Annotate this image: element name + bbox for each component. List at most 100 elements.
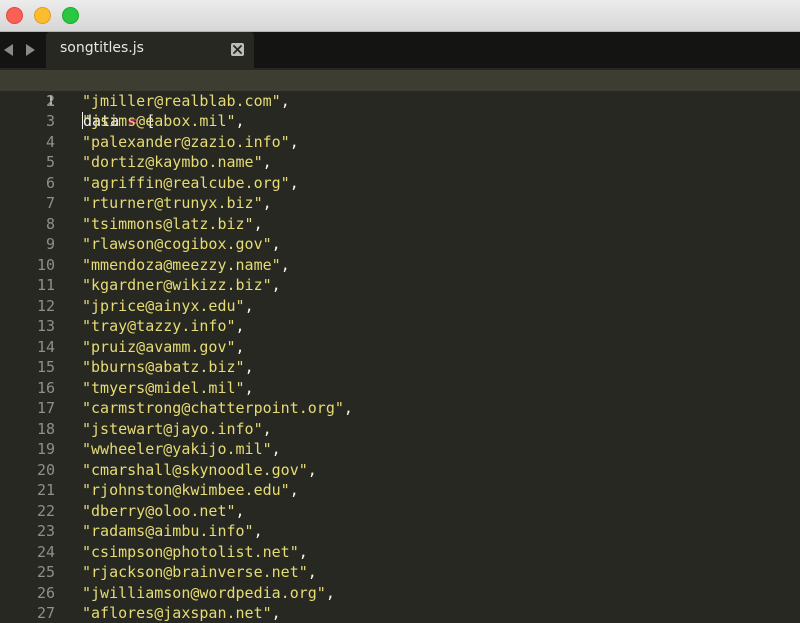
comma: , [244, 296, 254, 315]
comma: , [253, 522, 263, 540]
code-editor[interactable]: 1 data = [ 2 "jmiller@realblab.com", 3 "jsi… [0, 70, 800, 623]
code-line: 23 "radams@aimbu.info", [0, 521, 800, 542]
code-line: 1 data = [ [0, 70, 800, 130]
string-literal: "jmiller@realblab.com" [82, 91, 281, 110]
code-line: 21 "rjohnston@kwimbee.edu", [0, 480, 800, 501]
tab-songtitles[interactable]: songtitles.js [46, 32, 254, 68]
code-line: 17 "carmstrong@chatterpoint.org", [0, 398, 800, 419]
code-text: "jstewart@jayo.info", [82, 419, 272, 440]
line-number: 4 [45, 132, 55, 151]
comma: , [253, 214, 263, 233]
code-text: "csimpson@photolist.net", [82, 542, 308, 563]
window-minimize-button[interactable] [34, 7, 51, 24]
line-number: 6 [45, 173, 55, 192]
comma: , [262, 153, 272, 171]
code-line: 5 "dortiz@kaymbo.name", [0, 152, 800, 173]
code-line: 27 "aflores@jaxspan.net", [0, 603, 800, 623]
code-text: "radams@aimbu.info", [82, 521, 263, 542]
line-number: 20 [36, 460, 55, 479]
code-text: "pruiz@avamm.gov", [82, 337, 245, 358]
line-number: 23 [36, 522, 55, 540]
code-line: 22 "dberry@oloo.net", [0, 501, 800, 522]
comma: , [235, 112, 245, 130]
string-literal: "radams@aimbu.info" [82, 522, 254, 540]
line-number: 2 [45, 91, 55, 110]
code-text: "agriffin@realcube.org", [82, 173, 299, 194]
code-line: 26 "jwilliamson@wordpedia.org", [0, 583, 800, 604]
line-number: 12 [36, 296, 55, 315]
code-line: 25 "rjackson@brainverse.net", [0, 562, 800, 583]
string-literal: "jprice@ainyx.edu" [82, 296, 245, 315]
code-line: 4 "palexander@zazio.info", [0, 132, 800, 153]
code-text: "rjackson@brainverse.net", [82, 562, 317, 583]
line-number: 25 [36, 563, 55, 581]
line-number: 27 [36, 604, 55, 622]
code-line: 11 "kgardner@wikizz.biz", [0, 275, 800, 296]
line-number: 11 [36, 276, 55, 294]
line-number: 17 [36, 399, 55, 417]
code-line: 7 "rturner@trunyx.biz", [0, 193, 800, 214]
chevron-left-icon[interactable] [4, 44, 13, 56]
code-line: 10 "mmendoza@meezzy.name", [0, 255, 800, 276]
comma: , [244, 358, 254, 376]
code-line: 12 "jprice@ainyx.edu", [0, 296, 800, 317]
line-number: 13 [36, 317, 55, 335]
code-text: "cmarshall@skynoodle.gov", [82, 460, 317, 481]
line-number: 18 [36, 419, 55, 438]
chevron-right-icon[interactable] [26, 44, 35, 56]
comma: , [289, 173, 299, 192]
line-number: 24 [36, 542, 55, 561]
code-text: "rturner@trunyx.biz", [82, 193, 272, 214]
comma: , [235, 501, 245, 520]
line-number: 22 [36, 501, 55, 520]
code-text: "dortiz@kaymbo.name", [82, 152, 272, 173]
string-literal: "dberry@oloo.net" [82, 501, 236, 520]
line-number: 26 [36, 583, 55, 602]
string-literal: "carmstrong@chatterpoint.org" [82, 399, 344, 417]
string-literal: "aflores@jaxspan.net" [82, 604, 272, 622]
code-line: 13 "tray@tazzy.info", [0, 316, 800, 337]
comma: , [280, 255, 290, 274]
code-text: "bburns@abatz.biz", [82, 357, 254, 378]
string-literal: "wwheeler@yakijo.mil" [82, 440, 272, 458]
string-literal: "agriffin@realcube.org" [82, 173, 290, 192]
code-text: "rjohnston@kwimbee.edu", [82, 480, 299, 501]
code-text: "tmyers@midel.mil", [82, 378, 254, 399]
code-text: "tray@tazzy.info", [82, 316, 245, 337]
comma: , [235, 317, 245, 335]
code-line: 3 "jsims@eabox.mil", [0, 111, 800, 132]
line-number: 21 [36, 481, 55, 499]
code-line: 8 "tsimmons@latz.biz", [0, 214, 800, 235]
comma: , [307, 563, 317, 581]
code-text: "rlawson@cogibox.gov", [82, 234, 281, 255]
comma: , [343, 399, 353, 417]
line-number: 8 [45, 214, 55, 233]
comma: , [271, 235, 281, 253]
string-literal: "tmyers@midel.mil" [82, 378, 245, 397]
code-line: 14 "pruiz@avamm.gov", [0, 337, 800, 358]
code-line: 24 "csimpson@photolist.net", [0, 542, 800, 563]
string-literal: "cmarshall@skynoodle.gov" [82, 460, 308, 479]
code-lines: 2 "jmiller@realblab.com", 3 "jsims@eabox.mi… [0, 91, 800, 623]
string-literal: "rlawson@cogibox.gov" [82, 235, 272, 253]
line-number: 9 [45, 235, 55, 253]
comma: , [307, 460, 317, 479]
code-line: 9 "rlawson@cogibox.gov", [0, 234, 800, 255]
line-number: 10 [36, 255, 55, 274]
tab-bar: songtitles.js [0, 32, 800, 68]
code-text: "jmiller@realblab.com", [82, 91, 290, 112]
window-close-button[interactable] [6, 7, 23, 24]
string-literal: "mmendoza@meezzy.name" [82, 255, 281, 274]
line-number: 7 [45, 194, 55, 212]
code-text: "wwheeler@yakijo.mil", [82, 439, 281, 460]
string-literal: "rturner@trunyx.biz" [82, 194, 263, 212]
window-zoom-button[interactable] [62, 7, 79, 24]
comma: , [262, 419, 272, 438]
code-line: 16 "tmyers@midel.mil", [0, 378, 800, 399]
close-icon[interactable] [231, 43, 244, 56]
comma: , [271, 604, 281, 622]
code-text: "jsims@eabox.mil", [82, 111, 245, 132]
comma: , [244, 378, 254, 397]
string-literal: "jstewart@jayo.info" [82, 419, 263, 438]
comma: , [262, 194, 272, 212]
